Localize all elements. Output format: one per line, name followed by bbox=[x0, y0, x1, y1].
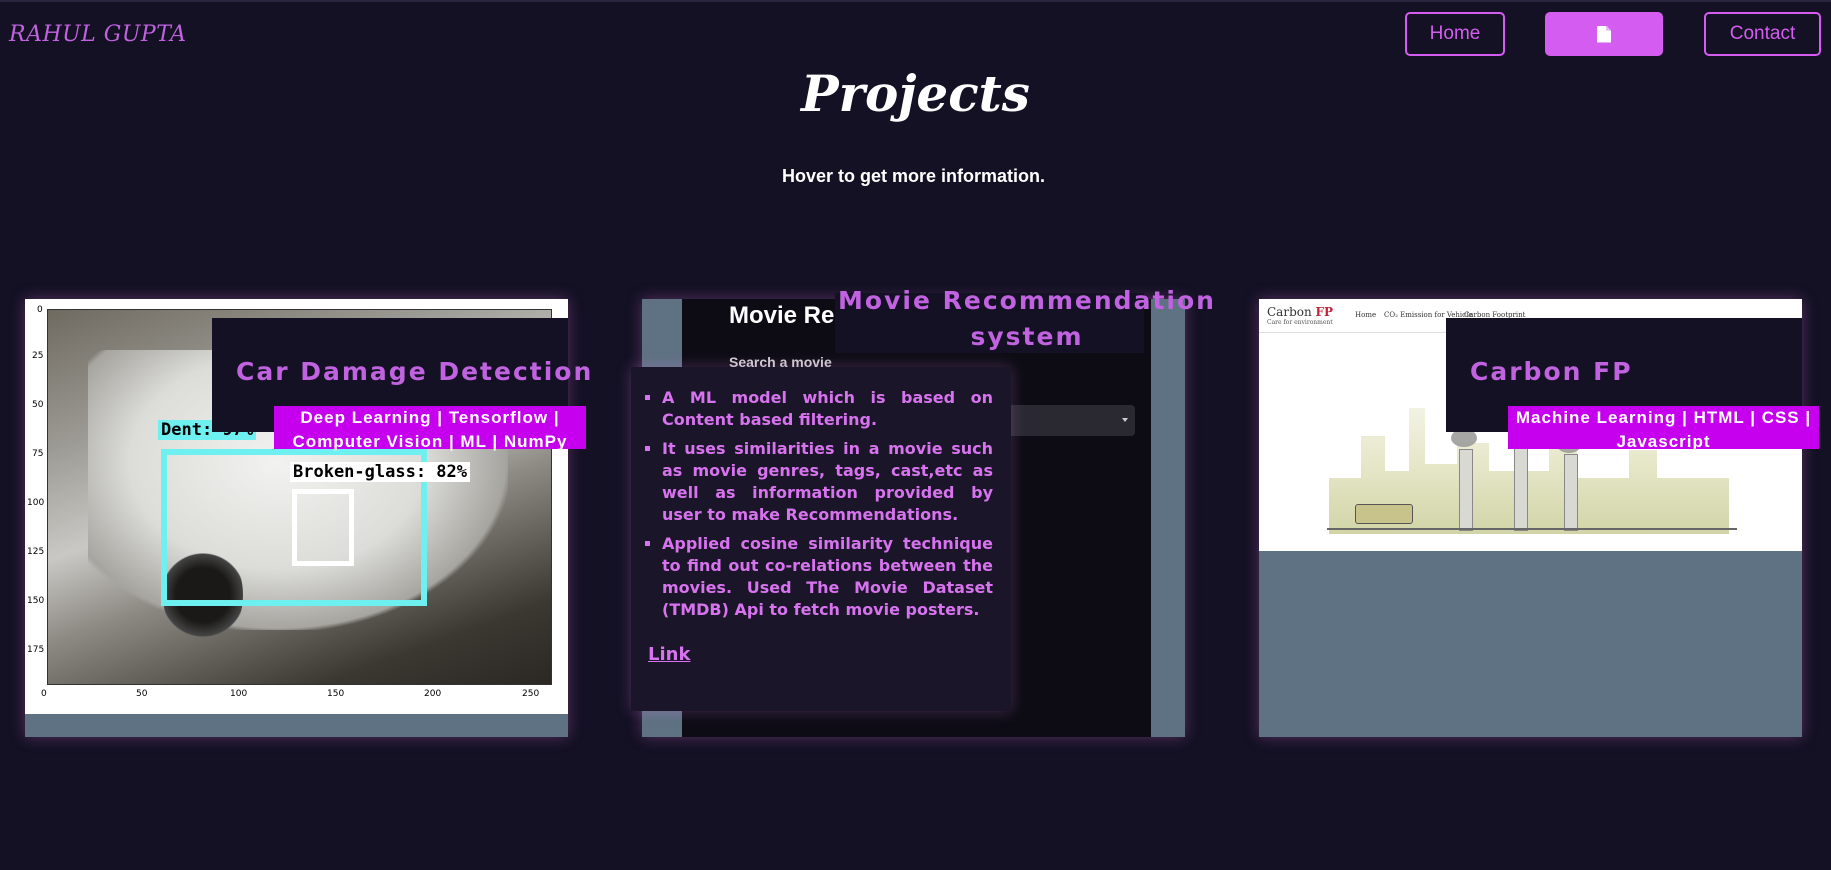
x-tick: 100 bbox=[230, 689, 248, 699]
project-title: Carbon FP bbox=[1470, 357, 1633, 386]
chimney bbox=[1459, 449, 1473, 531]
page-title: Projects bbox=[801, 64, 1030, 123]
home-button[interactable]: Home bbox=[1405, 12, 1505, 56]
site-tagline: Care for environment bbox=[1267, 319, 1333, 326]
project-tags: Machine Learning | HTML | CSS | Javascri… bbox=[1508, 406, 1819, 451]
project-card-movie-recommendation[interactable]: Movie Recom Search a movie Movie Recomme… bbox=[631, 286, 1214, 737]
y-tick: 100 bbox=[27, 498, 45, 508]
y-tick: 50 bbox=[32, 400, 44, 410]
chevron-down-icon bbox=[1122, 418, 1128, 422]
project-card-carbon-fp[interactable]: Carbon FP Care for environment Home CO₂ … bbox=[1259, 299, 1819, 737]
glass-label: Broken-glass: 82% bbox=[290, 462, 470, 482]
contact-button[interactable]: Contact bbox=[1704, 12, 1821, 56]
x-tick: 0 bbox=[41, 689, 47, 699]
top-border bbox=[0, 0, 1831, 2]
page-subtitle: Hover to get more information. bbox=[781, 166, 1046, 186]
project-tags: Deep Learning | Tensorflow | Computer Vi… bbox=[274, 406, 586, 451]
ground-line bbox=[1327, 528, 1737, 530]
y-tick: 175 bbox=[27, 645, 45, 655]
description-bullet: Applied cosine similarity technique to f… bbox=[662, 533, 993, 621]
description-bullet: It uses similarities in a movie such as … bbox=[662, 438, 993, 526]
truck-illustration bbox=[1355, 504, 1413, 524]
y-tick: 125 bbox=[27, 547, 45, 557]
document-icon bbox=[1597, 25, 1611, 43]
y-tick: 150 bbox=[27, 596, 45, 606]
project-title: Movie Recommendation system bbox=[838, 286, 1216, 351]
project-link[interactable]: Link bbox=[648, 644, 690, 665]
brand-name[interactable]: RAHUL GUPTA bbox=[9, 22, 187, 47]
chimney bbox=[1514, 439, 1528, 531]
y-tick: 25 bbox=[32, 351, 44, 361]
site-logo: Carbon FP bbox=[1267, 305, 1334, 319]
x-tick: 150 bbox=[327, 689, 345, 699]
x-tick: 250 bbox=[522, 689, 540, 699]
x-tick: 50 bbox=[136, 689, 148, 699]
site-nav-item: Home bbox=[1355, 311, 1377, 319]
project-title: Car Damage Detection bbox=[236, 357, 594, 386]
y-tick: 75 bbox=[32, 449, 44, 459]
project-description: A ML model which is based on Content bas… bbox=[631, 367, 1011, 711]
x-tick: 200 bbox=[424, 689, 442, 699]
project-card-car-damage[interactable]: Dent: 97% Broken-glass: 82% 0 25 50 75 1… bbox=[25, 299, 591, 737]
description-bullet: A ML model which is based on Content bas… bbox=[662, 387, 993, 431]
resume-button[interactable] bbox=[1545, 12, 1663, 56]
glass-bounding-box bbox=[292, 489, 354, 566]
y-tick: 0 bbox=[37, 305, 43, 315]
chimney bbox=[1564, 454, 1578, 531]
